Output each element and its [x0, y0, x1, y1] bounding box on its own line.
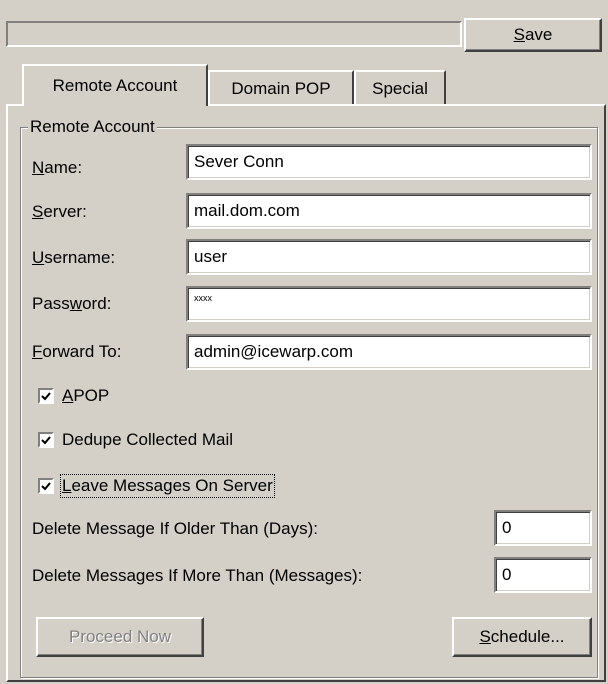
server-field[interactable] — [186, 193, 592, 229]
delete-older-field[interactable] — [494, 510, 592, 546]
save-button[interactable]: Save — [464, 18, 602, 52]
dedupe-checkbox[interactable]: Dedupe Collected Mail — [38, 430, 233, 450]
password-field[interactable] — [186, 286, 592, 322]
delete-more-field[interactable] — [494, 557, 592, 593]
forward-to-field[interactable] — [186, 334, 592, 370]
delete-older-label: Delete Message If Older Than (Days): — [32, 519, 318, 538]
leave-messages-checkbox[interactable]: Leave Messages On Server — [38, 474, 275, 498]
name-field[interactable] — [186, 144, 592, 180]
check-icon — [38, 432, 54, 448]
name-label: Name: — [32, 158, 83, 177]
proceed-now-button[interactable]: Proceed Now — [36, 617, 204, 657]
server-label: Server: — [32, 202, 87, 221]
status-field — [6, 21, 462, 47]
schedule-button[interactable]: Schedule... — [452, 617, 592, 657]
check-icon — [38, 478, 54, 494]
apop-checkbox[interactable]: APOP — [38, 386, 109, 406]
tab-remote-account[interactable]: Remote Account — [22, 64, 208, 106]
forward-to-label: Forward To: — [32, 342, 122, 361]
delete-more-label: Delete Messages If More Than (Messages): — [32, 566, 363, 585]
tab-domain-pop[interactable]: Domain POP — [208, 70, 354, 106]
username-field[interactable] — [186, 239, 592, 275]
username-label: Username: — [32, 248, 116, 267]
password-label: Password: — [32, 294, 112, 313]
group-title: Remote Account — [28, 117, 157, 137]
check-icon — [38, 388, 54, 404]
tab-special[interactable]: Special — [354, 70, 446, 106]
